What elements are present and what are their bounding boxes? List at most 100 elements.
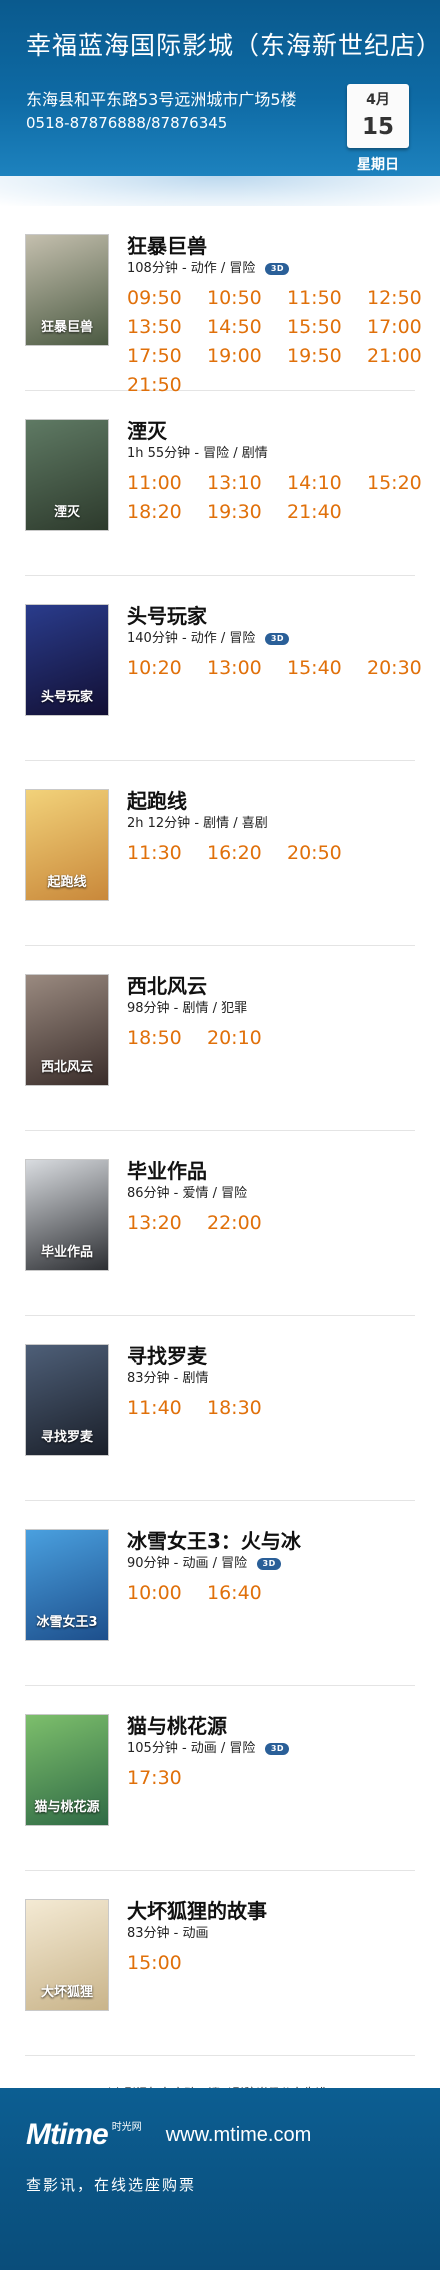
showtime[interactable]: 21:00 — [367, 342, 440, 371]
date-calendar: 4月 15 — [347, 84, 409, 148]
showtime[interactable]: 13:20 — [127, 1209, 207, 1238]
movie-meta: 86分钟 - 爱情 / 冒险 — [127, 1186, 248, 1201]
movie-title[interactable]: 湮灭 — [127, 417, 415, 445]
showtime[interactable]: 19:00 — [207, 342, 287, 371]
poster-title-art: 起跑线 — [47, 874, 87, 890]
showtime-list: 11:00 13:10 14:10 15:20 18:20 19:30 21:40 — [127, 469, 422, 527]
poster-title-art: 寻找罗麦 — [40, 1429, 93, 1445]
movie-poster[interactable]: 西北风云 — [25, 974, 109, 1086]
mtime-site-link[interactable]: www.mtime.com — [166, 2124, 312, 2147]
movie-title[interactable]: 西北风云 — [127, 972, 415, 1000]
movie-meta: 105分钟 - 动画 / 冒险 — [127, 1741, 256, 1756]
showtime[interactable]: 22:00 — [207, 1209, 287, 1238]
movie-item[interactable]: 起跑线 起跑线 2h 12分钟 - 剧情 / 喜剧 11:30 16:20 20:50 — [25, 761, 415, 946]
showtime[interactable]: 15:50 — [287, 313, 367, 342]
showtime[interactable]: 18:30 — [207, 1394, 287, 1423]
footer-scallop-edge — [0, 2081, 440, 2095]
showtime[interactable]: 14:50 — [207, 313, 287, 342]
showtime[interactable]: 13:00 — [207, 654, 287, 683]
header-wave-divider — [0, 176, 440, 206]
showtime[interactable]: 10:20 — [127, 654, 207, 683]
movie-meta: 140分钟 - 动作 / 冒险 — [127, 631, 256, 646]
movie-item[interactable]: 毕业作品 毕业作品 86分钟 - 爱情 / 冒险 13:20 22:00 — [25, 1131, 415, 1316]
footer-slogan: 查影讯，在线选座购票 — [26, 2176, 197, 2194]
movie-poster[interactable]: 寻找罗麦 — [25, 1344, 109, 1456]
date-weekday: 星期日 — [357, 157, 399, 173]
showtime[interactable]: 19:30 — [207, 498, 287, 527]
movie-meta: 1h 55分钟 - 冒险 / 剧情 — [127, 446, 268, 461]
movie-list: 狂暴巨兽 狂暴巨兽 108分钟 - 动作 / 冒险 3D 09:50 10:50 11:50… — [0, 206, 440, 2056]
movie-meta: 98分钟 - 剧情 / 犯罪 — [127, 1001, 248, 1016]
showtime[interactable]: 13:50 — [127, 313, 207, 342]
movie-title[interactable]: 狂暴巨兽 — [127, 232, 415, 260]
showtime[interactable]: 10:50 — [207, 284, 287, 313]
showtime-list: 18:50 20:10 — [127, 1024, 415, 1053]
movie-poster[interactable]: 毕业作品 — [25, 1159, 109, 1271]
showtime[interactable]: 15:00 — [127, 1949, 207, 1978]
showtime[interactable]: 11:30 — [127, 839, 207, 868]
movie-item[interactable]: 湮灭 湮灭 1h 55分钟 - 冒险 / 剧情 11:00 13:10 14:10 15:2… — [25, 391, 422, 576]
movie-poster[interactable]: 大坏狐狸 — [25, 1899, 109, 2011]
mtime-logo[interactable]: Mtime — [26, 2118, 109, 2152]
showtime[interactable]: 17:50 — [127, 342, 207, 371]
showtime[interactable]: 18:50 — [127, 1024, 207, 1053]
cinema-address: 东海县和平东路53号远洲城市广场5楼 — [26, 90, 297, 109]
movie-title[interactable]: 头号玩家 — [127, 602, 415, 630]
movie-item[interactable]: 大坏狐狸 大坏狐狸的故事 83分钟 - 动画 15:00 — [25, 1871, 415, 2056]
showtime[interactable]: 21:40 — [287, 498, 367, 527]
poster-title-art: 猫与桃花源 — [34, 1799, 100, 1815]
movie-poster[interactable]: 猫与桃花源 — [25, 1714, 109, 1826]
showtime[interactable]: 12:50 — [367, 284, 440, 313]
poster-title-art: 大坏狐狸 — [40, 1984, 93, 2000]
3d-badge-icon: 3D — [265, 1743, 290, 1755]
showtime[interactable]: 16:40 — [207, 1579, 287, 1608]
movie-meta: 90分钟 - 动画 / 冒险 — [127, 1556, 248, 1571]
movie-poster[interactable]: 冰雪女王3 — [25, 1529, 109, 1641]
showtime-list: 09:50 10:50 11:50 12:50 13:50 14:50 15:50 17:00… — [127, 284, 422, 400]
3d-badge-icon: 3D — [265, 263, 290, 275]
3d-badge-icon: 3D — [257, 1558, 282, 1570]
movie-item[interactable]: 寻找罗麦 寻找罗麦 83分钟 - 剧情 11:40 18:30 — [25, 1316, 415, 1501]
showtime[interactable]: 09:50 — [127, 284, 207, 313]
showtime[interactable]: 20:10 — [207, 1024, 287, 1053]
showtime[interactable]: 13:10 — [207, 469, 287, 498]
showtime[interactable]: 20:30 — [367, 654, 440, 683]
showtime[interactable]: 16:20 — [207, 839, 287, 868]
showtime[interactable]: 15:40 — [287, 654, 367, 683]
movie-meta: 108分钟 - 动作 / 冒险 — [127, 261, 256, 276]
movie-title[interactable]: 大坏狐狸的故事 — [127, 1897, 415, 1925]
showtime-list: 17:30 — [127, 1764, 415, 1793]
poster-title-art: 西北风云 — [40, 1059, 93, 1075]
showtime[interactable]: 19:50 — [287, 342, 367, 371]
showtime[interactable]: 18:20 — [127, 498, 207, 527]
movie-poster[interactable]: 头号玩家 — [25, 604, 109, 716]
cinema-phone[interactable]: 0518-87876888/87876345 — [26, 114, 227, 132]
poster-title-art: 头号玩家 — [40, 689, 93, 705]
movie-title[interactable]: 冰雪女王3：火与冰 — [127, 1527, 415, 1555]
showtime[interactable]: 20:50 — [287, 839, 367, 868]
showtime[interactable]: 15:20 — [367, 469, 440, 498]
showtime[interactable]: 17:30 — [127, 1764, 207, 1793]
movie-item[interactable]: 狂暴巨兽 狂暴巨兽 108分钟 - 动作 / 冒险 3D 09:50 10:50 11:50… — [25, 206, 422, 396]
movie-item[interactable]: 冰雪女王3 冰雪女王3：火与冰 90分钟 - 动画 / 冒险 3D 10:00 16:40 — [25, 1501, 415, 1686]
showtime[interactable]: 11:40 — [127, 1394, 207, 1423]
movie-item[interactable]: 猫与桃花源 猫与桃花源 105分钟 - 动画 / 冒险 3D 17:30 — [25, 1686, 415, 1871]
movie-title[interactable]: 起跑线 — [127, 787, 415, 815]
poster-title-art: 冰雪女王3 — [36, 1614, 98, 1630]
movie-item[interactable]: 头号玩家 头号玩家 140分钟 - 动作 / 冒险 3D 10:20 13:00 15:40… — [25, 576, 422, 761]
movie-item[interactable]: 西北风云 西北风云 98分钟 - 剧情 / 犯罪 18:50 20:10 — [25, 946, 415, 1131]
showtime[interactable]: 11:50 — [287, 284, 367, 313]
movie-poster[interactable]: 起跑线 — [25, 789, 109, 901]
movie-poster[interactable]: 湮灭 — [25, 419, 109, 531]
movie-title[interactable]: 猫与桃花源 — [127, 1712, 415, 1740]
showtime[interactable]: 17:00 — [367, 313, 440, 342]
movie-poster[interactable]: 狂暴巨兽 — [25, 234, 109, 346]
showtime[interactable]: 10:00 — [127, 1579, 207, 1608]
showtime-list: 10:20 13:00 15:40 20:30 — [127, 654, 422, 683]
showtime[interactable]: 11:00 — [127, 469, 207, 498]
movie-title[interactable]: 寻找罗麦 — [127, 1342, 415, 1370]
showtime-list: 15:00 — [127, 1949, 415, 1978]
showtime-list: 13:20 22:00 — [127, 1209, 415, 1238]
showtime[interactable]: 14:10 — [287, 469, 367, 498]
movie-title[interactable]: 毕业作品 — [127, 1157, 415, 1185]
